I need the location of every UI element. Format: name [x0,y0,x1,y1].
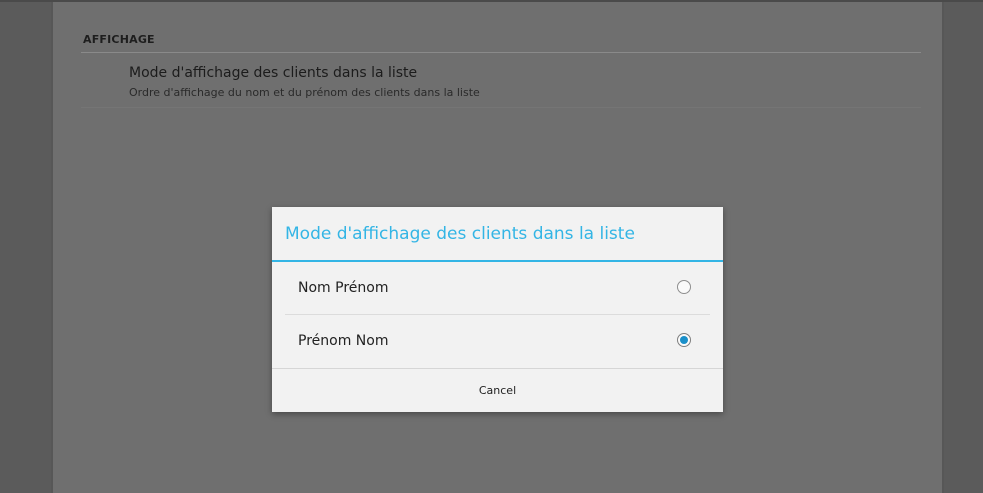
option-label: Nom Prénom [298,280,389,296]
radio-checked-icon[interactable] [677,333,691,347]
choice-dialog: Mode d'affichage des clients dans la lis… [272,207,723,412]
preference-title: Mode d'affichage des clients dans la lis… [129,65,418,81]
preference-summary: Ordre d'affichage du nom et du prénom de… [129,86,480,99]
cancel-button[interactable]: Cancel [272,369,723,412]
dialog-title: Mode d'affichage des clients dans la lis… [285,224,635,244]
option-prenom-nom[interactable]: Prénom Nom [272,315,723,368]
option-nom-prenom[interactable]: Nom Prénom [272,262,723,315]
preference-item-client-display-mode[interactable]: Mode d'affichage des clients dans la lis… [81,58,921,108]
dialog-title-bar: Mode d'affichage des clients dans la lis… [272,207,723,262]
option-label: Prénom Nom [298,333,389,349]
radio-unchecked-icon[interactable] [677,280,691,294]
section-header-affichage: AFFICHAGE [81,33,921,53]
